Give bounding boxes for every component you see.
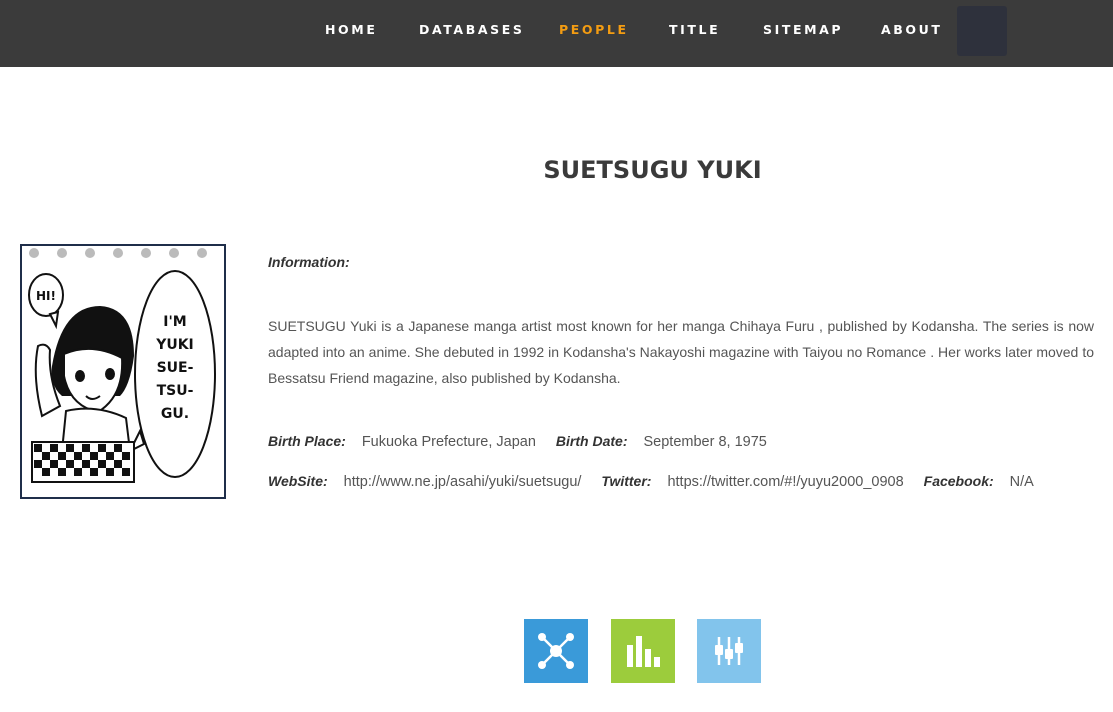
- top-navbar: HOME DATABASES PEOPLE TITLE SITEMAP ABOU…: [0, 0, 1113, 67]
- website-link[interactable]: http://www.ne.jp/asahi/yuki/suetsugu/: [344, 474, 582, 490]
- website-label: WebSite:: [268, 473, 328, 489]
- speech-right-line: YUKI: [155, 337, 194, 353]
- nav-people[interactable]: PEOPLE: [559, 22, 629, 40]
- equalizer-tile-button[interactable]: [697, 619, 761, 683]
- portrait-image: HI! I'M YUKI SUE- TSU- GU.: [20, 244, 226, 499]
- search-button[interactable]: [957, 6, 1007, 56]
- bar-chart-icon: [611, 619, 675, 683]
- speech-right-line: SUE-: [157, 360, 194, 376]
- equalizer-icon: [697, 619, 761, 683]
- links-row: WebSite: http://www.ne.jp/asahi/yuki/suet…: [268, 473, 1034, 490]
- birth-date-label: Birth Date:: [555, 433, 628, 449]
- nav-title[interactable]: TITLE: [669, 22, 720, 40]
- facebook-value: N/A: [1009, 474, 1034, 490]
- nav-sitemap[interactable]: SITEMAP: [763, 22, 843, 40]
- info-heading: Information:: [268, 254, 350, 270]
- biography-text: SUETSUGU Yuki is a Japanese manga artist…: [268, 318, 1094, 386]
- network-icon: [524, 619, 588, 683]
- manga-illustration: HI! I'M YUKI SUE- TSU- GU.: [28, 248, 216, 483]
- bar-chart-tile-button[interactable]: [611, 619, 675, 683]
- twitter-label: Twitter:: [601, 473, 652, 489]
- speech-right-line: GU.: [161, 406, 189, 422]
- nav-databases[interactable]: DATABASES: [419, 22, 524, 40]
- birth-row: Birth Place: Fukuoka Prefecture, Japan Bir…: [268, 433, 787, 450]
- speech-left-text: HI!: [36, 289, 56, 303]
- twitter-link[interactable]: https://twitter.com/#!/yuyu2000_0908: [667, 474, 903, 490]
- nav-home[interactable]: HOME: [325, 22, 377, 40]
- page-title: SUETSUGU YUKI: [543, 156, 762, 184]
- birth-place-value: Fukuoka Prefecture, Japan: [361, 434, 536, 450]
- network-tile-button[interactable]: [524, 619, 588, 683]
- birth-place-label: Birth Place:: [268, 433, 346, 449]
- speech-right-line: TSU-: [157, 383, 194, 399]
- nav-about[interactable]: ABOUT: [881, 22, 943, 40]
- birth-date-value: September 8, 1975: [643, 434, 767, 450]
- speech-right-line: I'M: [163, 314, 186, 330]
- facebook-label: Facebook:: [923, 473, 994, 489]
